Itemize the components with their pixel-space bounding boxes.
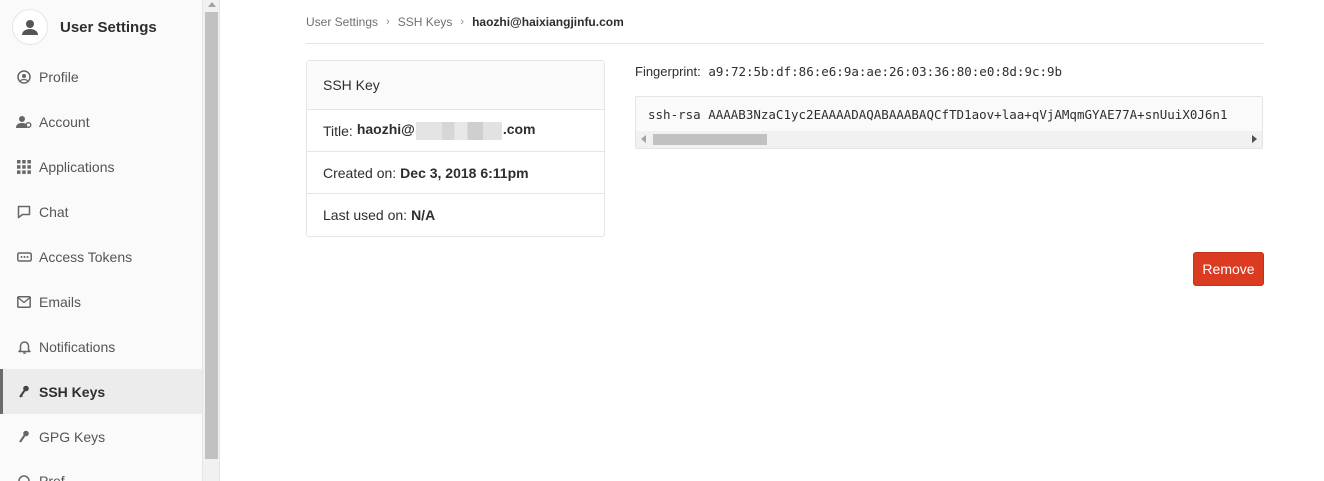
breadcrumb-user-settings[interactable]: User Settings <box>306 15 378 29</box>
sidebar-title: User Settings <box>60 18 157 36</box>
key-icon <box>16 384 32 400</box>
bell-icon <box>16 339 32 355</box>
sidebar-scrollbar[interactable] <box>203 0 220 481</box>
sidebar-item-label: Account <box>39 113 90 130</box>
token-icon <box>16 249 32 265</box>
title-suffix: .com <box>502 121 536 138</box>
sidebar-item-profile[interactable]: Profile <box>0 54 202 99</box>
title-value: haozhi@ .com <box>356 121 536 140</box>
sidebar-item-label: Chat <box>39 203 69 220</box>
sidebar-item-label: Profile <box>39 68 79 85</box>
title-prefix: haozhi@ <box>356 121 415 138</box>
created-label: Created on: <box>323 164 397 181</box>
last-used-row: Last used on: N/A <box>307 194 604 236</box>
sidebar-item-notifications[interactable]: Notifications <box>0 324 202 369</box>
sidebar-header[interactable]: User Settings <box>0 0 202 54</box>
key-title-row: Title: haozhi@ .com <box>307 110 604 152</box>
created-value: Dec 3, 2018 6:11pm <box>400 164 529 181</box>
sidebar-item-label: Access Tokens <box>39 248 133 265</box>
sidebar-item-emails[interactable]: Emails <box>0 279 202 324</box>
account-icon <box>16 114 32 130</box>
email-icon <box>16 294 32 310</box>
remove-button[interactable]: Remove <box>1193 252 1264 286</box>
key-icon <box>16 429 32 445</box>
scrollbar-thumb[interactable] <box>653 134 767 145</box>
sidebar-item-ssh-keys[interactable]: SSH Keys <box>0 369 202 414</box>
redacted-block <box>415 121 502 140</box>
breadcrumb-ssh-keys[interactable]: SSH Keys <box>398 15 453 29</box>
fingerprint-value: a9:72:5b:df:86:e6:9a:ae:26:03:36:80:e0:8… <box>708 64 1063 79</box>
chevron-right-icon: › <box>460 15 465 28</box>
sidebar-item-preferences[interactable]: Pref <box>0 459 202 481</box>
breadcrumb-current[interactable]: haozhi@haixiangjinfu.com <box>472 15 624 29</box>
sidebar-item-gpg-keys[interactable]: GPG Keys <box>0 414 202 459</box>
fingerprint-label: Fingerprint: <box>635 64 701 79</box>
ssh-key-code-block[interactable]: ssh-rsa AAAAB3NzaC1yc2EAAAADAQABAAABAQCf… <box>635 96 1263 149</box>
preferences-icon <box>16 473 32 481</box>
sidebar-item-chat[interactable]: Chat <box>0 189 202 234</box>
fingerprint: Fingerprint: a9:72:5b:df:86:e6:9a:ae:26:… <box>635 64 1062 79</box>
sidebar-item-label: Pref <box>39 473 65 481</box>
applications-icon <box>16 159 32 175</box>
sidebar-item-access-tokens[interactable]: Access Tokens <box>0 234 202 279</box>
settings-sidebar: User Settings Profile Account Applicatio… <box>0 0 203 481</box>
sidebar-item-label: Notifications <box>39 338 116 355</box>
main-content: User Settings › SSH Keys › haozhi@haixia… <box>306 0 1264 481</box>
ssh-key-card: SSH Key Title: haozhi@ .com Created on: D… <box>306 60 605 237</box>
ssh-key-text[interactable]: ssh-rsa AAAAB3NzaC1yc2EAAAADAQABAAABAQCf… <box>636 97 1262 129</box>
horizontal-scrollbar[interactable] <box>636 131 1262 148</box>
sidebar-item-applications[interactable]: Applications <box>0 144 202 189</box>
scroll-left-arrow-icon[interactable] <box>641 135 646 143</box>
key-details: SSH Key Title: haozhi@ .com Created on: D… <box>306 44 1264 481</box>
card-header: SSH Key <box>307 61 604 110</box>
chevron-right-icon: › <box>386 15 390 28</box>
user-avatar-icon <box>12 9 48 45</box>
title-label: Title: <box>323 122 353 139</box>
scroll-up-arrow-icon[interactable] <box>208 2 216 7</box>
sidebar-item-label: GPG Keys <box>39 428 106 445</box>
chat-icon <box>16 204 32 220</box>
profile-icon <box>16 69 32 85</box>
sidebar-item-label: Emails <box>39 293 82 310</box>
breadcrumb: User Settings › SSH Keys › haozhi@haixia… <box>306 0 1264 44</box>
scrollbar-thumb[interactable] <box>205 12 218 459</box>
last-used-value: N/A <box>411 207 436 223</box>
sidebar-item-account[interactable]: Account <box>0 99 202 144</box>
sidebar-item-label: Applications <box>39 158 115 175</box>
created-row: Created on: Dec 3, 2018 6:11pm <box>307 152 604 194</box>
last-used-label: Last used on: <box>323 207 408 223</box>
scroll-right-arrow-icon[interactable] <box>1252 135 1257 143</box>
sidebar-item-label: SSH Keys <box>39 383 106 400</box>
